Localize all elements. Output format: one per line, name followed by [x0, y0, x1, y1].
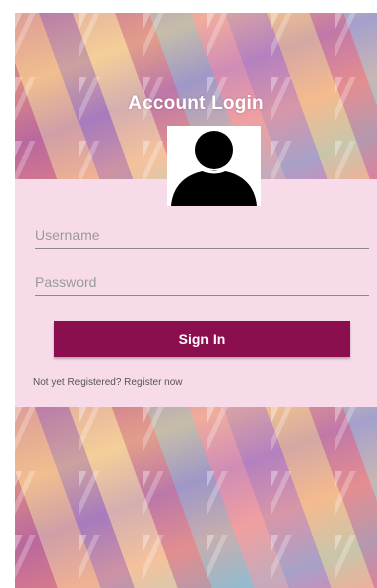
password-input[interactable] [35, 270, 369, 296]
avatar [167, 126, 261, 206]
username-input[interactable] [35, 223, 369, 249]
register-link[interactable]: Not yet Registered? Register now [33, 377, 183, 388]
footer-pattern-background [15, 407, 377, 588]
login-screen: Account Login Sign In Not yet Registered… [15, 13, 377, 588]
page-title: Account Login [128, 93, 264, 114]
sign-in-button[interactable]: Sign In [54, 321, 350, 357]
user-silhouette-icon [171, 131, 257, 206]
